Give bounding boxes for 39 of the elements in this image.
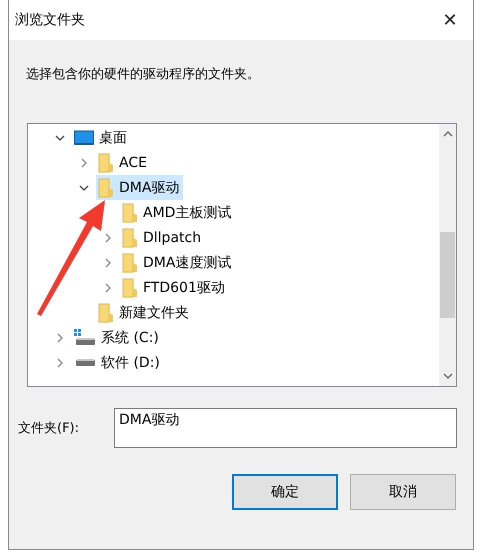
chevron-right-icon[interactable] [103, 232, 113, 242]
tree-item[interactable]: AMD主板测试 [120, 200, 236, 225]
window-title: 浏览文件夹 [15, 11, 85, 29]
scroll-down-icon[interactable] [442, 371, 452, 381]
tree-item[interactable]: 新建文件夹 [96, 300, 193, 325]
chevron-right-icon[interactable] [103, 282, 113, 292]
chevron-right-icon[interactable] [55, 332, 65, 342]
folder-icon [122, 202, 138, 222]
chevron-down-icon[interactable] [55, 132, 65, 142]
drive-icon [76, 358, 95, 366]
chevron-right-icon[interactable] [79, 158, 89, 168]
close-button[interactable]: ✕ [427, 0, 473, 40]
drive-icon [74, 328, 96, 346]
chevron-right-icon[interactable] [55, 358, 65, 368]
folder-icon [98, 302, 114, 322]
folder-icon [122, 228, 138, 248]
field-label: 文件夹(F): [18, 420, 80, 437]
folder-icon [122, 252, 138, 272]
tree-item[interactable]: DMA驱动 [96, 175, 184, 200]
instruction-text: 选择包含你的硬件的驱动程序的文件夹。 [26, 66, 261, 83]
chevron-down-icon[interactable] [79, 182, 89, 192]
desktop-icon [74, 130, 94, 146]
folder-icon [98, 178, 114, 198]
tree-item[interactable]: 桌面 [72, 125, 131, 150]
tree-item[interactable]: FTD601驱动 [120, 275, 229, 300]
chevron-right-icon[interactable] [103, 258, 113, 268]
tree-item[interactable]: 软件 (D:) [72, 350, 164, 375]
scroll-up-icon[interactable] [442, 129, 452, 139]
tree-item[interactable]: DMA速度测试 [120, 250, 236, 275]
tree-item[interactable]: ACE [96, 150, 151, 175]
scrollbar-thumb[interactable] [440, 232, 455, 318]
tree-item[interactable]: 系统 (C:) [72, 325, 163, 350]
scrollbar[interactable] [439, 124, 456, 386]
tree-item[interactable]: Dllpatch [120, 225, 206, 250]
folder-input-field[interactable]: DMA驱动 [114, 408, 457, 448]
ok-button[interactable]: 确定 [232, 474, 338, 510]
cancel-button[interactable]: 取消 [350, 474, 456, 510]
folder-icon [122, 278, 138, 298]
folder-icon [98, 152, 114, 172]
